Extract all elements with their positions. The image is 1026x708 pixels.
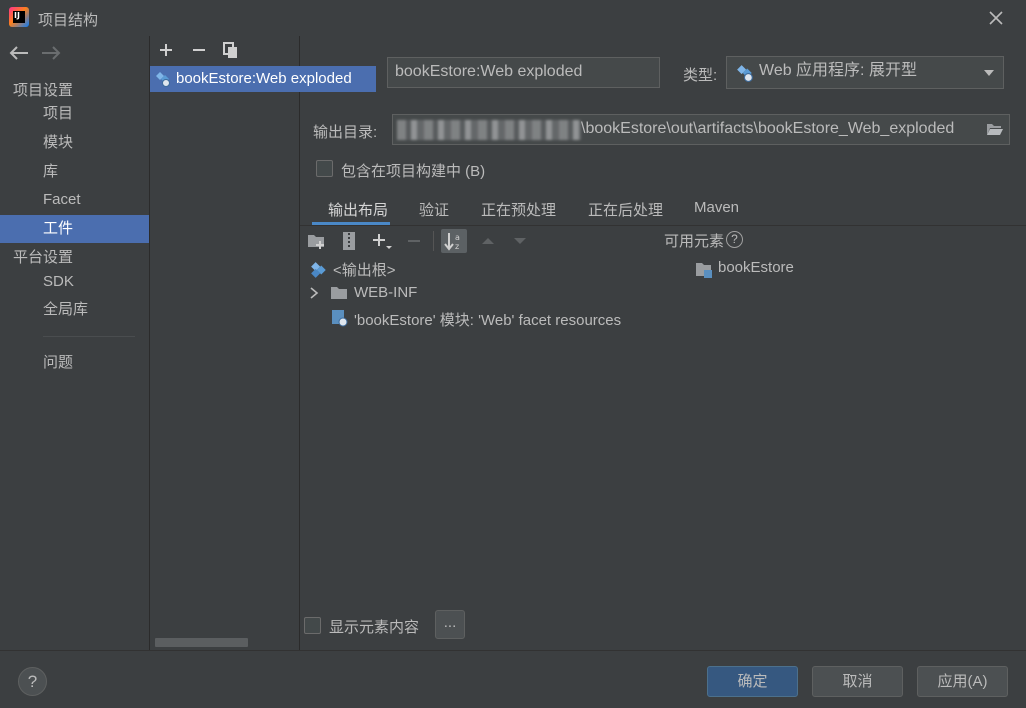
- move-up-icon[interactable]: [478, 231, 498, 251]
- tree-output-root[interactable]: <输出根>: [333, 259, 396, 280]
- module-icon: [695, 261, 713, 279]
- tab-post-processing[interactable]: 正在后处理: [588, 199, 663, 223]
- nav-item-modules[interactable]: 模块: [0, 129, 149, 157]
- add-copy-of-icon[interactable]: [371, 231, 392, 251]
- nav-item-problems[interactable]: 问题: [0, 349, 149, 377]
- chevron-down-icon: [983, 69, 995, 77]
- move-down-icon[interactable]: [510, 231, 530, 251]
- nav-section-platform-settings: 平台设置: [13, 249, 74, 266]
- nav-item-facet[interactable]: Facet: [0, 186, 149, 214]
- tree-facet-resources[interactable]: 'bookEstore' 模块: 'Web' facet resources: [354, 309, 621, 330]
- web-artifact-icon: [736, 64, 754, 82]
- nav-section-project-settings: 项目设置: [13, 82, 74, 99]
- nav-item-sdk[interactable]: SDK: [0, 268, 149, 296]
- ok-button[interactable]: 确定: [707, 666, 798, 697]
- output-dir-value: \bookEstore\out\artifacts\bookEstore_Web…: [581, 120, 955, 137]
- remove-icon[interactable]: [189, 40, 209, 60]
- window-title: 项目结构: [38, 12, 99, 29]
- back-arrow-icon[interactable]: [8, 44, 30, 62]
- artifact-name-input[interactable]: bookEstore:Web exploded: [387, 57, 660, 88]
- toolbar-separator: [433, 231, 434, 251]
- svg-text:a: a: [455, 233, 460, 242]
- nav-item-project[interactable]: 项目: [0, 100, 149, 128]
- nav-item-artifacts[interactable]: 工件: [0, 215, 149, 243]
- title-bar: IJ 项目结构: [0, 0, 1026, 36]
- artifact-list-item[interactable]: bookEstore:Web exploded: [150, 66, 376, 92]
- artifact-type-value: Web 应用程序: 展开型: [759, 62, 917, 79]
- apply-button[interactable]: 应用(A): [917, 666, 1008, 697]
- artifact-item-label: bookEstore:Web exploded: [176, 70, 352, 87]
- close-icon[interactable]: [984, 6, 1008, 30]
- tab-output-layout[interactable]: 输出布局: [328, 199, 388, 223]
- tab-validation[interactable]: 验证: [419, 199, 449, 223]
- tree-web-inf[interactable]: WEB-INF: [354, 284, 417, 301]
- new-directory-icon[interactable]: [307, 231, 327, 251]
- folder-open-icon[interactable]: [986, 122, 1004, 137]
- folder-icon: [330, 285, 348, 301]
- web-facet-icon: [331, 309, 349, 327]
- web-artifact-icon: [155, 71, 171, 87]
- intellij-app-icon: IJ: [9, 7, 29, 27]
- output-root-icon: [310, 261, 328, 279]
- left-navigation: 项目设置 项目 模块 库 Facet 工件 平台设置 SDK 全局库 问题: [0, 36, 149, 650]
- layout-toolbar: az: [300, 226, 660, 256]
- nav-divider: [43, 336, 135, 337]
- horizontal-scrollbar[interactable]: [155, 638, 248, 647]
- show-content-label: 显示元素内容: [329, 619, 420, 636]
- show-content-checkbox[interactable]: [304, 617, 321, 634]
- help-icon[interactable]: ?: [726, 231, 743, 248]
- include-in-build-label: 包含在项目构建中 (B): [341, 163, 486, 180]
- artifact-list-panel: bookEstore:Web exploded: [150, 36, 376, 650]
- help-button[interactable]: ?: [18, 667, 47, 696]
- copy-icon[interactable]: [221, 40, 241, 60]
- dialog-footer: ? 确定 取消 应用(A): [0, 650, 1026, 708]
- output-dir-label: 输出目录:: [313, 124, 378, 141]
- artifact-details-panel: bookEstore:Web exploded 类型: Web 应用程序: 展开…: [300, 36, 1026, 650]
- sort-alphabetically-icon[interactable]: az: [441, 229, 467, 253]
- chevron-right-icon[interactable]: [308, 286, 320, 300]
- tab-maven[interactable]: Maven: [694, 199, 739, 223]
- available-elements-title: 可用元素: [664, 233, 725, 250]
- output-dir-field[interactable]: \bookEstore\out\artifacts\bookEstore_Web…: [392, 114, 1010, 145]
- nav-item-libraries[interactable]: 库: [0, 158, 149, 186]
- include-in-build-checkbox[interactable]: [316, 160, 333, 177]
- artifact-type-select[interactable]: Web 应用程序: 展开型: [726, 56, 1004, 89]
- svg-text:z: z: [455, 242, 459, 251]
- type-label: 类型:: [683, 67, 718, 84]
- archive-icon[interactable]: [339, 231, 359, 251]
- redacted-path: [397, 120, 581, 140]
- ellipsis-button[interactable]: ...: [435, 610, 465, 639]
- add-icon[interactable]: [156, 40, 176, 60]
- cancel-button[interactable]: 取消: [812, 666, 903, 697]
- tab-pre-processing[interactable]: 正在预处理: [481, 199, 556, 223]
- nav-item-global-libraries[interactable]: 全局库: [0, 296, 149, 324]
- remove-icon[interactable]: [404, 231, 424, 251]
- forward-arrow-icon[interactable]: [40, 44, 62, 62]
- available-item-bookestore[interactable]: bookEstore: [718, 259, 794, 276]
- app-icon-text: IJ: [13, 11, 25, 23]
